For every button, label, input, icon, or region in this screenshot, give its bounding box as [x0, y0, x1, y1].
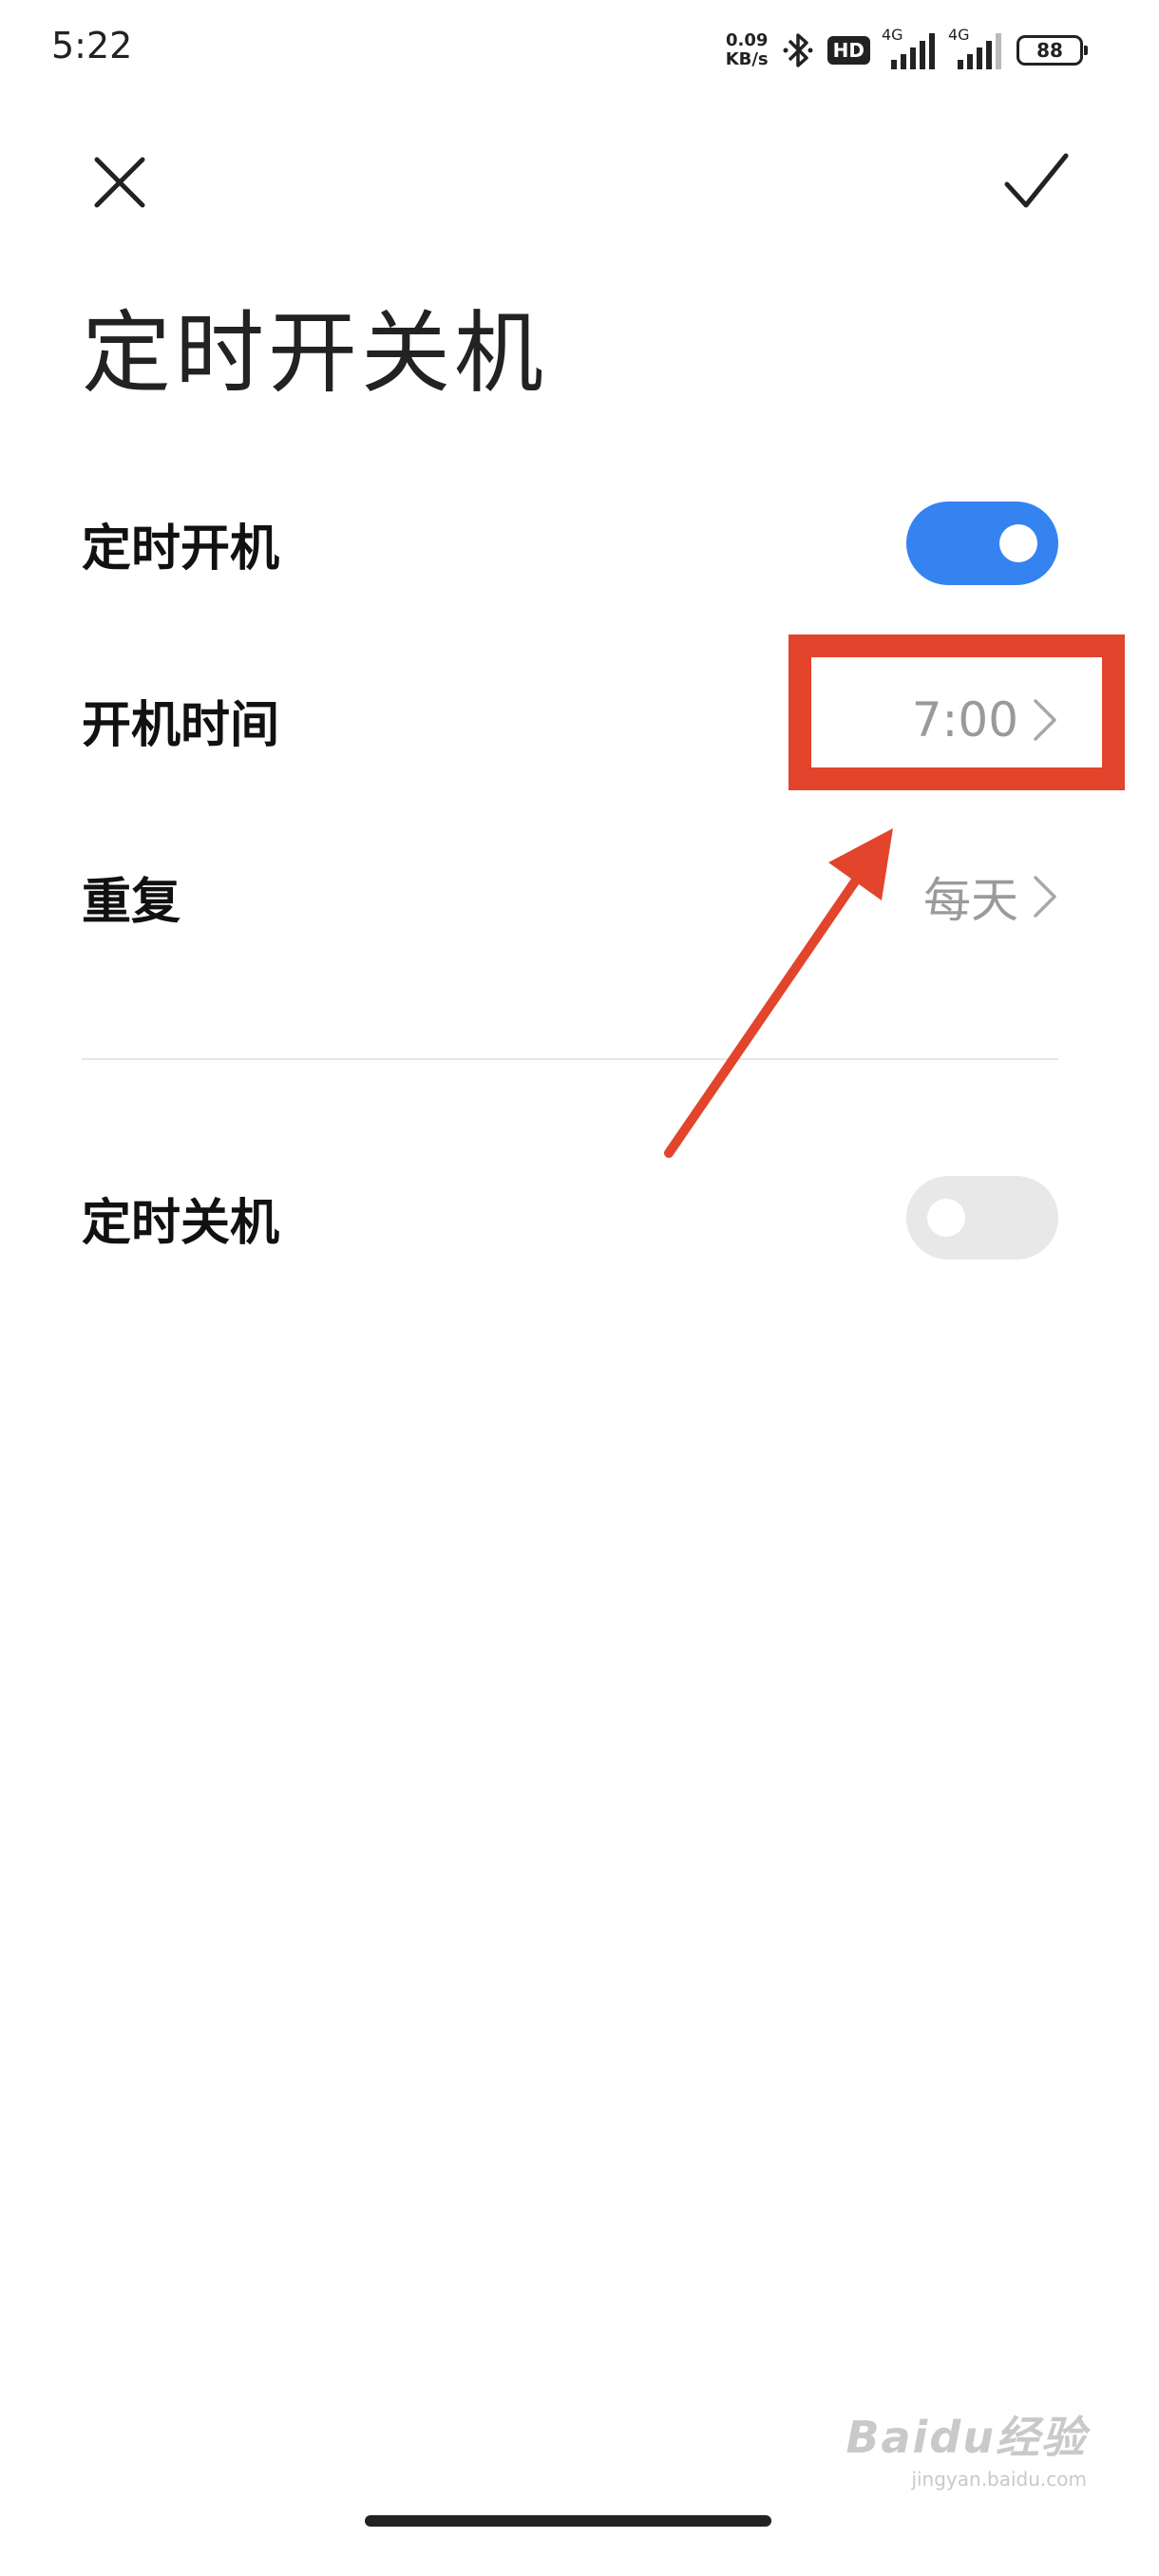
- repeat-row[interactable]: 重复 每天: [82, 840, 1058, 954]
- watermark-main: Baidu经验: [846, 2412, 1087, 2463]
- battery-level: 88: [1036, 39, 1063, 62]
- confirm-button[interactable]: [998, 148, 1074, 217]
- power-off-toggle[interactable]: [906, 1176, 1058, 1260]
- home-indicator[interactable]: [365, 2515, 771, 2527]
- battery-icon: 88: [1016, 35, 1088, 66]
- power-off-label: 定时关机: [82, 1194, 280, 1252]
- signal-icon: 4G: [882, 26, 937, 69]
- power-off-row: 定时关机: [82, 1161, 1058, 1275]
- check-icon: [1004, 153, 1069, 208]
- status-icons: 0.09 KB/s HD 4G 4G 88: [726, 26, 1088, 74]
- section-divider: [82, 1058, 1058, 1060]
- signal-label: 4G: [882, 26, 903, 44]
- close-icon: [94, 157, 145, 208]
- power-on-row: 定时开机: [82, 486, 1058, 600]
- bluetooth-icon: [782, 29, 814, 71]
- repeat-value-link[interactable]: 每天: [923, 862, 1058, 931]
- power-on-time-value: 7:00: [911, 692, 1018, 748]
- hd-icon: HD: [826, 36, 870, 65]
- signal-label: 4G: [948, 26, 970, 44]
- toggle-knob: [999, 524, 1037, 562]
- watermark-logo: Baidu经验 jingyan.baidu.com: [846, 2403, 1087, 2491]
- power-on-time-row[interactable]: 开机时间 7:00: [82, 663, 1058, 777]
- page-title: 定时开关机: [82, 302, 548, 406]
- network-speed-unit: KB/s: [725, 49, 769, 69]
- network-speed: 0.09 KB/s: [726, 31, 769, 69]
- power-on-time-value-link[interactable]: 7:00: [912, 692, 1058, 748]
- repeat-value: 每天: [923, 873, 1018, 928]
- repeat-label: 重复: [82, 873, 181, 931]
- power-on-label: 定时开机: [82, 520, 280, 578]
- toggle-knob: [927, 1199, 965, 1237]
- power-on-toggle[interactable]: [906, 502, 1058, 585]
- network-speed-value: 0.09: [725, 30, 769, 50]
- chevron-right-icon: [1032, 697, 1058, 743]
- status-time: 5:22: [51, 25, 133, 66]
- power-on-time-label: 开机时间: [82, 696, 280, 754]
- close-button[interactable]: [86, 148, 154, 217]
- signal-icon: 4G: [948, 26, 1003, 69]
- status-bar: 5:22 0.09 KB/s HD 4G 4G 88: [0, 0, 1159, 104]
- watermark-sub: jingyan.baidu.com: [911, 2468, 1087, 2491]
- chevron-right-icon: [1032, 874, 1058, 919]
